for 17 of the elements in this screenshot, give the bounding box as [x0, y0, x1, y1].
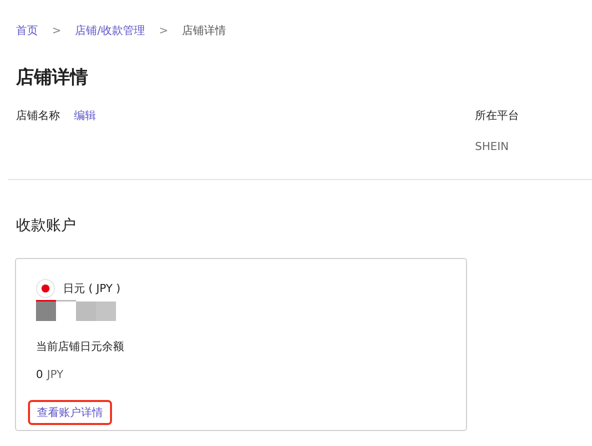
field-value: SHEIN: [475, 140, 510, 153]
account-details-link[interactable]: 查看账户详情: [28, 400, 112, 425]
currency-name: 日元 ( JPY ): [63, 281, 120, 296]
balance-label: 当前店铺日元余额: [36, 339, 124, 354]
section-title: 收款账户: [16, 216, 77, 235]
breadcrumb-separator: >: [158, 24, 168, 37]
field-label: 所在平台: [475, 108, 519, 123]
page-title: 店铺详情: [16, 66, 89, 89]
breadcrumb-item[interactable]: 首页: [16, 23, 38, 38]
breadcrumb-item: 店铺详情: [182, 23, 226, 38]
balance-amount: 0: [36, 368, 43, 381]
breadcrumb-item[interactable]: 店铺/收款管理: [75, 23, 145, 38]
currency-code: JPY: [47, 368, 64, 381]
field-label: 店铺名称: [16, 108, 60, 123]
flag-icon: [36, 279, 55, 298]
breadcrumb-separator: >: [52, 24, 62, 37]
edit-link[interactable]: 编辑: [74, 108, 96, 123]
